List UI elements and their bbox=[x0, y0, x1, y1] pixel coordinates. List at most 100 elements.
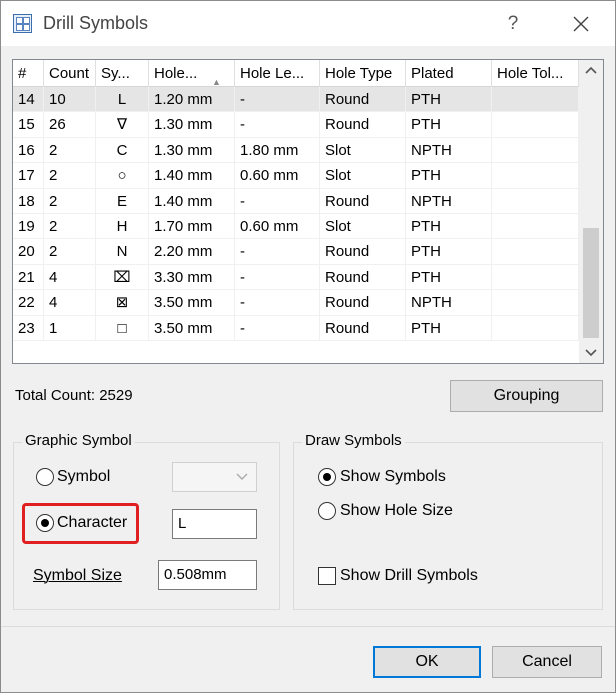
grouping-button[interactable]: Grouping bbox=[450, 380, 603, 412]
cell-number: 17 bbox=[13, 163, 44, 189]
cell-number: 16 bbox=[13, 137, 44, 163]
cell-number: 14 bbox=[13, 87, 44, 112]
symbol-size-label: Symbol Size bbox=[33, 567, 122, 584]
cell-hole-length: 1.80 mm bbox=[235, 137, 320, 163]
chevron-down-icon bbox=[585, 349, 597, 357]
cell-hole-size: 1.70 mm bbox=[149, 214, 235, 239]
cell-plated: PTH bbox=[406, 315, 492, 341]
cell-tolerance bbox=[492, 112, 579, 138]
column-header-hole-size[interactable]: Hole... ▲ bbox=[149, 60, 235, 87]
cell-tolerance bbox=[492, 188, 579, 214]
cell-number: 21 bbox=[13, 264, 44, 290]
cell-hole-length: - bbox=[235, 112, 320, 138]
symbol-radio[interactable] bbox=[36, 468, 54, 486]
table-row[interactable]: 20 2 N 2.20 mm - Round PTH bbox=[13, 239, 579, 265]
close-icon bbox=[573, 16, 589, 32]
show-hole-size-label[interactable]: Show Hole Size bbox=[340, 502, 453, 520]
cell-hole-type: Slot bbox=[320, 163, 406, 189]
cell-symbol: H bbox=[96, 214, 149, 239]
cell-hole-length: - bbox=[235, 239, 320, 265]
scrollbar-thumb[interactable] bbox=[583, 228, 599, 338]
table-row[interactable]: 23 1 □ 3.50 mm - Round PTH bbox=[13, 315, 579, 341]
table-row[interactable]: 19 2 H 1.70 mm 0.60 mm Slot PTH bbox=[13, 214, 579, 240]
drill-table: # Count Sy... Hole... ▲ Hole Le... Hole … bbox=[12, 59, 604, 364]
cell-count: 2 bbox=[44, 239, 96, 265]
cell-plated: NPTH bbox=[406, 188, 492, 214]
total-count-label: Total Count: 2529 bbox=[15, 387, 133, 404]
cell-count: 26 bbox=[44, 112, 96, 138]
cell-hole-size: 2.20 mm bbox=[149, 239, 235, 265]
column-header-hole-size-label: Hole... bbox=[154, 65, 198, 82]
cell-number: 22 bbox=[13, 290, 44, 316]
cell-tolerance bbox=[492, 214, 579, 239]
cell-hole-size: 1.20 mm bbox=[149, 87, 235, 112]
cell-number: 23 bbox=[13, 315, 44, 341]
show-drill-symbols-label[interactable]: Show Drill Symbols bbox=[340, 567, 478, 585]
cell-symbol: E bbox=[96, 188, 149, 214]
column-header-hole-tolerance[interactable]: Hole Tol... bbox=[492, 60, 579, 87]
cell-plated: NPTH bbox=[406, 290, 492, 316]
cell-hole-type: Round bbox=[320, 239, 406, 265]
table-header: # Count Sy... Hole... ▲ Hole Le... Hole … bbox=[13, 60, 579, 87]
cell-hole-length: - bbox=[235, 290, 320, 316]
cell-plated: NPTH bbox=[406, 137, 492, 163]
cell-plated: PTH bbox=[406, 214, 492, 239]
scroll-down-button[interactable] bbox=[579, 341, 603, 363]
cell-symbol: ∇ bbox=[96, 112, 149, 138]
cell-hole-type: Round bbox=[320, 188, 406, 214]
cell-hole-length: - bbox=[235, 188, 320, 214]
show-drill-symbols-checkbox[interactable] bbox=[318, 567, 336, 585]
cell-plated: PTH bbox=[406, 163, 492, 189]
cell-tolerance bbox=[492, 239, 579, 265]
help-button[interactable]: ? bbox=[501, 11, 525, 37]
table-row[interactable]: 15 26 ∇ 1.30 mm - Round PTH bbox=[13, 112, 579, 138]
character-radio-label[interactable]: Character bbox=[57, 514, 127, 532]
cell-count: 2 bbox=[44, 214, 96, 239]
cell-hole-size: 1.30 mm bbox=[149, 137, 235, 163]
cell-hole-size: 3.30 mm bbox=[149, 264, 235, 290]
cell-number: 19 bbox=[13, 214, 44, 239]
scroll-up-button[interactable] bbox=[579, 60, 603, 82]
graphic-symbol-title: Graphic Symbol bbox=[22, 432, 135, 449]
close-button[interactable] bbox=[563, 9, 599, 39]
vertical-scrollbar[interactable] bbox=[579, 60, 603, 363]
symbol-radio-label[interactable]: Symbol bbox=[57, 468, 110, 486]
character-radio[interactable] bbox=[36, 514, 54, 532]
column-header-number[interactable]: # bbox=[13, 60, 44, 87]
symbol-select[interactable] bbox=[172, 462, 257, 492]
column-header-plated[interactable]: Plated bbox=[406, 60, 492, 87]
character-input[interactable]: L bbox=[172, 509, 257, 539]
show-symbols-label[interactable]: Show Symbols bbox=[340, 468, 446, 486]
table-row[interactable]: 14 10 L 1.20 mm - Round PTH bbox=[13, 87, 579, 113]
ok-button[interactable]: OK bbox=[373, 646, 481, 678]
show-symbols-radio[interactable] bbox=[318, 468, 336, 486]
footer-divider bbox=[1, 626, 615, 627]
table-grid-icon bbox=[13, 14, 32, 33]
table-row[interactable]: 21 4 ⌧ 3.30 mm - Round PTH bbox=[13, 264, 579, 291]
cell-hole-type: Slot bbox=[320, 214, 406, 239]
column-header-hole-length[interactable]: Hole Le... bbox=[235, 60, 320, 87]
drill-symbols-dialog: Drill Symbols ? # Count Sy... Hole... ▲ … bbox=[0, 0, 616, 693]
cell-tolerance bbox=[492, 163, 579, 189]
table-row[interactable]: 22 4 ⊠ 3.50 mm - Round NPTH bbox=[13, 290, 579, 316]
cell-tolerance bbox=[492, 264, 579, 290]
cell-count: 4 bbox=[44, 290, 96, 316]
cell-plated: PTH bbox=[406, 87, 492, 112]
cell-hole-length: 0.60 mm bbox=[235, 214, 320, 239]
cancel-button[interactable]: Cancel bbox=[492, 646, 602, 678]
column-header-symbol[interactable]: Sy... bbox=[96, 60, 149, 87]
table-row[interactable]: 18 2 E 1.40 mm - Round NPTH bbox=[13, 188, 579, 214]
cell-hole-size: 3.50 mm bbox=[149, 290, 235, 316]
show-hole-size-radio[interactable] bbox=[318, 502, 336, 520]
column-header-hole-type[interactable]: Hole Type bbox=[320, 60, 406, 87]
column-header-count[interactable]: Count bbox=[44, 60, 96, 87]
cell-symbol: ⌧ bbox=[96, 264, 149, 290]
cell-tolerance bbox=[492, 87, 579, 112]
chevron-up-icon bbox=[585, 66, 597, 74]
table-row[interactable]: 17 2 ○ 1.40 mm 0.60 mm Slot PTH bbox=[13, 163, 579, 189]
cell-hole-size: 1.40 mm bbox=[149, 188, 235, 214]
cell-symbol: L bbox=[96, 87, 149, 112]
cell-number: 18 bbox=[13, 188, 44, 214]
table-row[interactable]: 16 2 C 1.30 mm 1.80 mm Slot NPTH bbox=[13, 137, 579, 164]
symbol-size-input[interactable]: 0.508mm bbox=[158, 560, 257, 590]
